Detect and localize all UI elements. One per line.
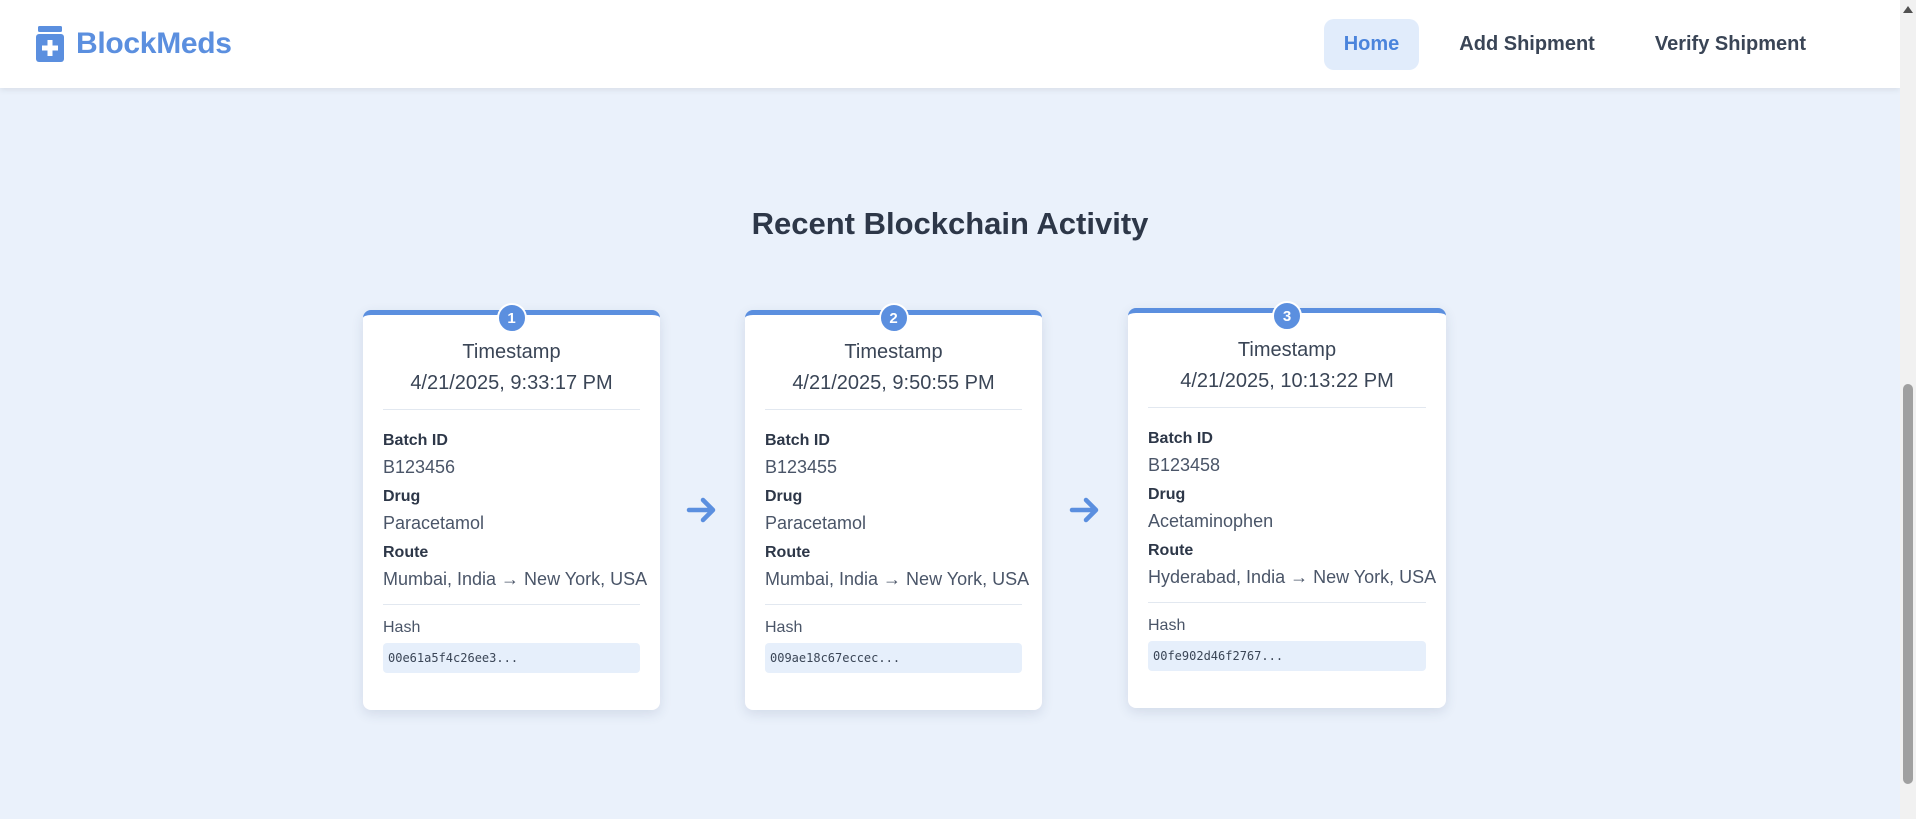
batch-id-label: Batch ID [765, 432, 830, 449]
nav-home-link[interactable]: Home [1323, 18, 1420, 70]
timestamp-label: Timestamp [1237, 339, 1337, 361]
arrow-right-icon [1069, 497, 1099, 523]
scrollbar-thumb[interactable] [1903, 384, 1913, 784]
drug-label: Drug [765, 488, 803, 505]
brand-logo[interactable]: BlockMeds [36, 26, 232, 62]
drug-value: Paracetamol [765, 513, 867, 533]
timestamp-value: 4/21/2025, 9:33:17 PM [383, 372, 640, 410]
hash-value: 00e61a5f4c26ee3... [383, 643, 640, 673]
route-label: Route [765, 544, 811, 561]
route-value: Hyderabad, India → New York, USA [1148, 567, 1436, 603]
timestamp-label: Timestamp [844, 341, 943, 363]
block-card: 2 Timestamp 4/21/2025, 9:50:55 PM Batch … [745, 303, 1042, 710]
batch-id-label: Batch ID [1148, 430, 1213, 447]
route-label: Route [1148, 542, 1194, 559]
timestamp-value: 4/21/2025, 9:50:55 PM [765, 372, 1022, 410]
hash-label: Hash [765, 619, 803, 636]
hash-value: 00fe902d46f2767... [1148, 641, 1426, 671]
medicine-bottle-icon [36, 26, 64, 62]
timestamp-label: Timestamp [462, 341, 561, 363]
drug-value: Paracetamol [383, 513, 485, 533]
timestamp-value: 4/21/2025, 10:13:22 PM [1148, 370, 1426, 408]
drug-value: Acetaminophen [1148, 511, 1274, 531]
block-number-badge: 3 [1272, 301, 1302, 331]
batch-id-value: B123458 [1148, 455, 1221, 475]
batch-id-value: B123455 [765, 457, 838, 477]
scroll-up-arrow-icon[interactable] [1903, 6, 1913, 13]
block-card: 1 Timestamp 4/21/2025, 9:33:17 PM Batch … [363, 303, 660, 710]
vertical-scrollbar[interactable] [1900, 0, 1916, 819]
route-value: Mumbai, India → New York, USA [765, 569, 1029, 605]
main-nav: Home Add Shipment Verify Shipment [1323, 18, 1826, 70]
block-number-badge: 2 [878, 303, 909, 333]
hash-value: 009ae18c67eccec... [765, 643, 1022, 673]
nav-verify-shipment-link[interactable]: Verify Shipment [1635, 19, 1826, 70]
route-value: Mumbai, India → New York, USA [383, 569, 647, 605]
drug-label: Drug [383, 488, 421, 505]
section-title: Recent Blockchain Activity [751, 206, 1149, 241]
brand-name: BlockMeds [76, 27, 232, 60]
route-label: Route [383, 544, 429, 561]
batch-id-label: Batch ID [383, 432, 448, 449]
nav-add-shipment-link[interactable]: Add Shipment [1439, 19, 1615, 70]
hash-label: Hash [383, 619, 421, 636]
batch-id-value: B123456 [383, 457, 456, 477]
hash-label: Hash [1148, 617, 1186, 634]
block-number-badge: 1 [496, 303, 527, 333]
navbar: BlockMeds Home Add Shipment Verify Shipm… [0, 0, 1900, 88]
drug-label: Drug [1148, 486, 1186, 503]
arrow-right-icon [686, 497, 716, 523]
block-card: 3 Timestamp 4/21/2025, 10:13:22 PM Batch… [1128, 301, 1446, 708]
